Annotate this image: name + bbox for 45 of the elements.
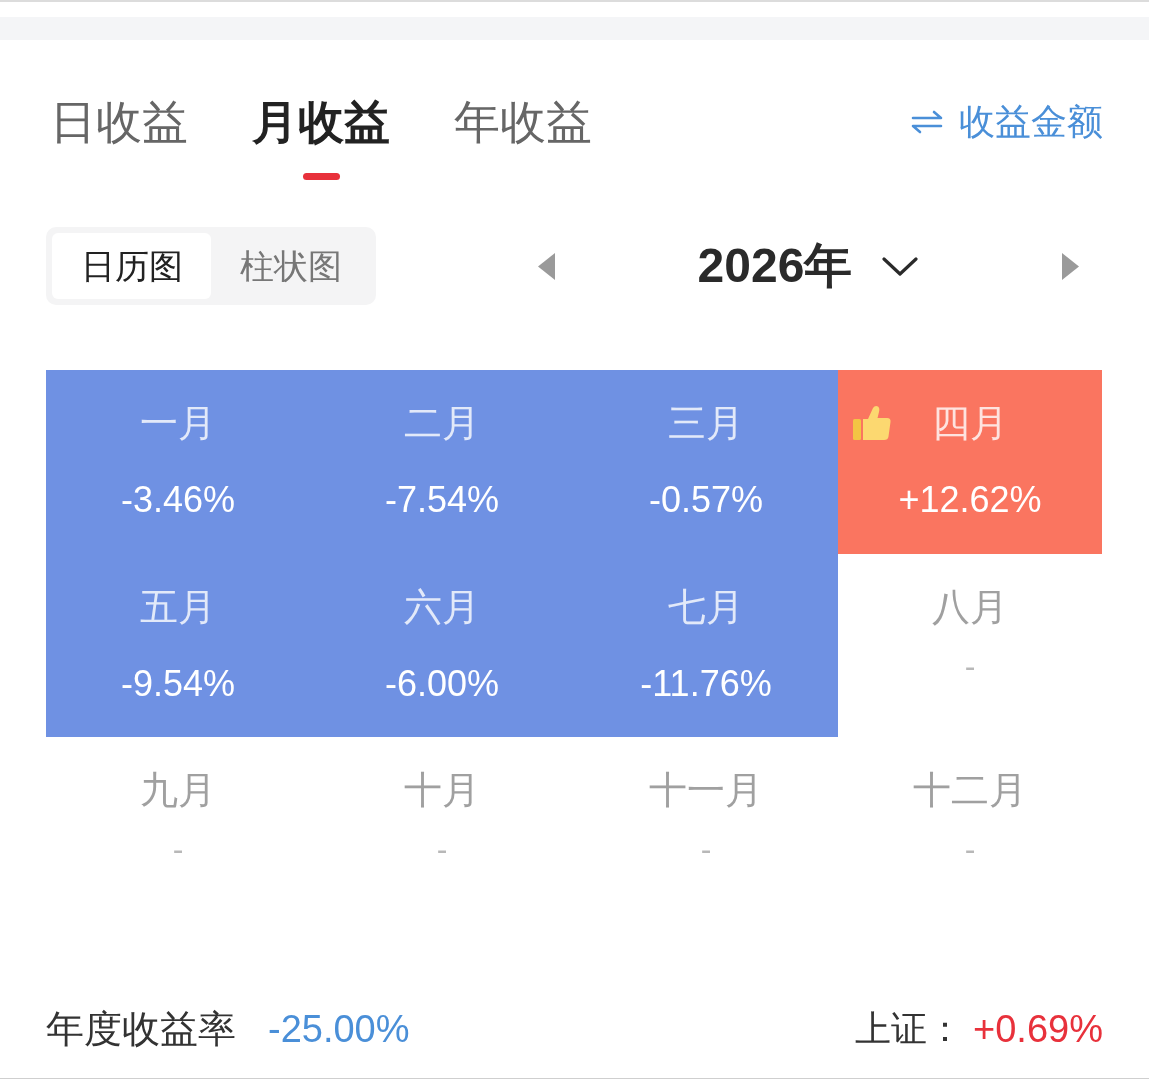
month-return-value: - <box>172 830 184 869</box>
month-label: 十一月 <box>649 768 763 813</box>
month-label: 一月 <box>140 401 216 446</box>
view-tab[interactable]: 柱状图 <box>211 233 370 299</box>
period-tab[interactable]: 月收益 <box>252 94 390 180</box>
month-label: 七月 <box>668 584 744 630</box>
month-cell[interactable]: 五月 -9.54% <box>46 553 310 737</box>
month-return-value: - <box>964 830 976 869</box>
month-cell[interactable]: 七月 -11.76% <box>574 553 838 737</box>
index-label: 上证： <box>855 1007 964 1051</box>
period-tab[interactable]: 日收益 <box>50 94 188 180</box>
month-label: 十月 <box>404 768 480 813</box>
month-cell[interactable]: 一月 -3.46% <box>46 370 310 554</box>
month-label: 二月 <box>404 401 480 446</box>
month-return-value: - <box>700 830 712 869</box>
month-return-value: -7.54% <box>384 478 500 522</box>
month-cell[interactable]: 六月 -6.00% <box>310 553 574 737</box>
view-tab[interactable]: 日历图 <box>52 233 211 299</box>
month-cell[interactable]: 四月 +12.62% <box>838 370 1102 554</box>
annual-return-label: 年度收益率 <box>46 1006 236 1052</box>
month-return-value: -11.76% <box>640 661 772 706</box>
left-triangle-icon <box>537 252 555 280</box>
month-label: 六月 <box>404 584 480 630</box>
month-label: 五月 <box>140 584 216 630</box>
month-return-value: -6.00% <box>384 661 500 706</box>
month-cell[interactable]: 三月 -0.57% <box>574 370 838 554</box>
month-cell[interactable]: 二月 -7.54% <box>310 370 574 554</box>
month-label: 八月 <box>932 584 1008 630</box>
amount-toggle-button[interactable]: 收益金额 <box>911 94 1103 150</box>
month-label: 九月 <box>140 768 216 813</box>
index-change-value: +0.69% <box>973 1006 1103 1052</box>
month-return-value: -0.57% <box>648 478 764 522</box>
month-return-value: -9.54% <box>120 661 236 706</box>
month-return-value: - <box>436 830 448 869</box>
annual-return-value: -25.00% <box>268 1006 410 1052</box>
month-return-value: +12.62% <box>898 478 1042 522</box>
month-label: 十二月 <box>913 768 1027 813</box>
chevron-down-icon <box>882 256 919 276</box>
right-triangle-icon <box>1061 252 1079 280</box>
month-return-value: - <box>964 646 976 686</box>
month-return-value: -3.46% <box>120 478 236 522</box>
year-dropdown[interactable]: 2026年 <box>697 236 919 296</box>
period-tab[interactable]: 年收益 <box>454 94 592 180</box>
month-label: 四月 <box>932 401 1008 446</box>
month-label: 三月 <box>668 401 744 446</box>
